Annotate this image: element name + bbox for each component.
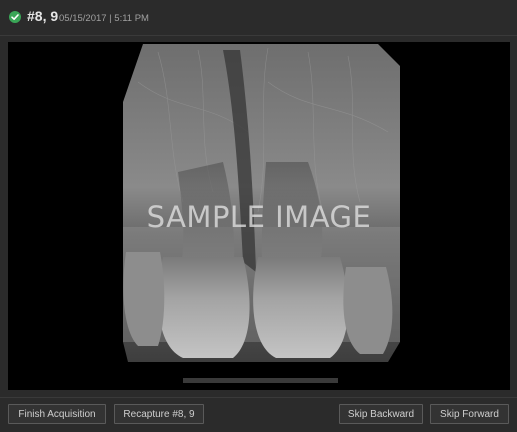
footer-divider: [0, 397, 517, 398]
check-circle-icon: [9, 11, 21, 23]
skip-backward-button[interactable]: Skip Backward: [339, 404, 423, 424]
capture-date: 05/15/2017 | 5:11 PM: [59, 13, 149, 24]
recapture-button[interactable]: Recapture #8, 9: [114, 404, 204, 424]
tooth-title: #8, 9: [27, 8, 59, 24]
skip-forward-button[interactable]: Skip Forward: [430, 404, 509, 424]
sample-watermark: SAMPLE IMAGE: [146, 200, 372, 234]
image-header: #8, 9 05/15/2017 | 5:11 PM: [0, 0, 517, 34]
xray-viewer[interactable]: SAMPLE IMAGE: [8, 42, 510, 390]
header-divider: [0, 35, 517, 36]
finish-acquisition-button[interactable]: Finish Acquisition: [8, 404, 106, 424]
